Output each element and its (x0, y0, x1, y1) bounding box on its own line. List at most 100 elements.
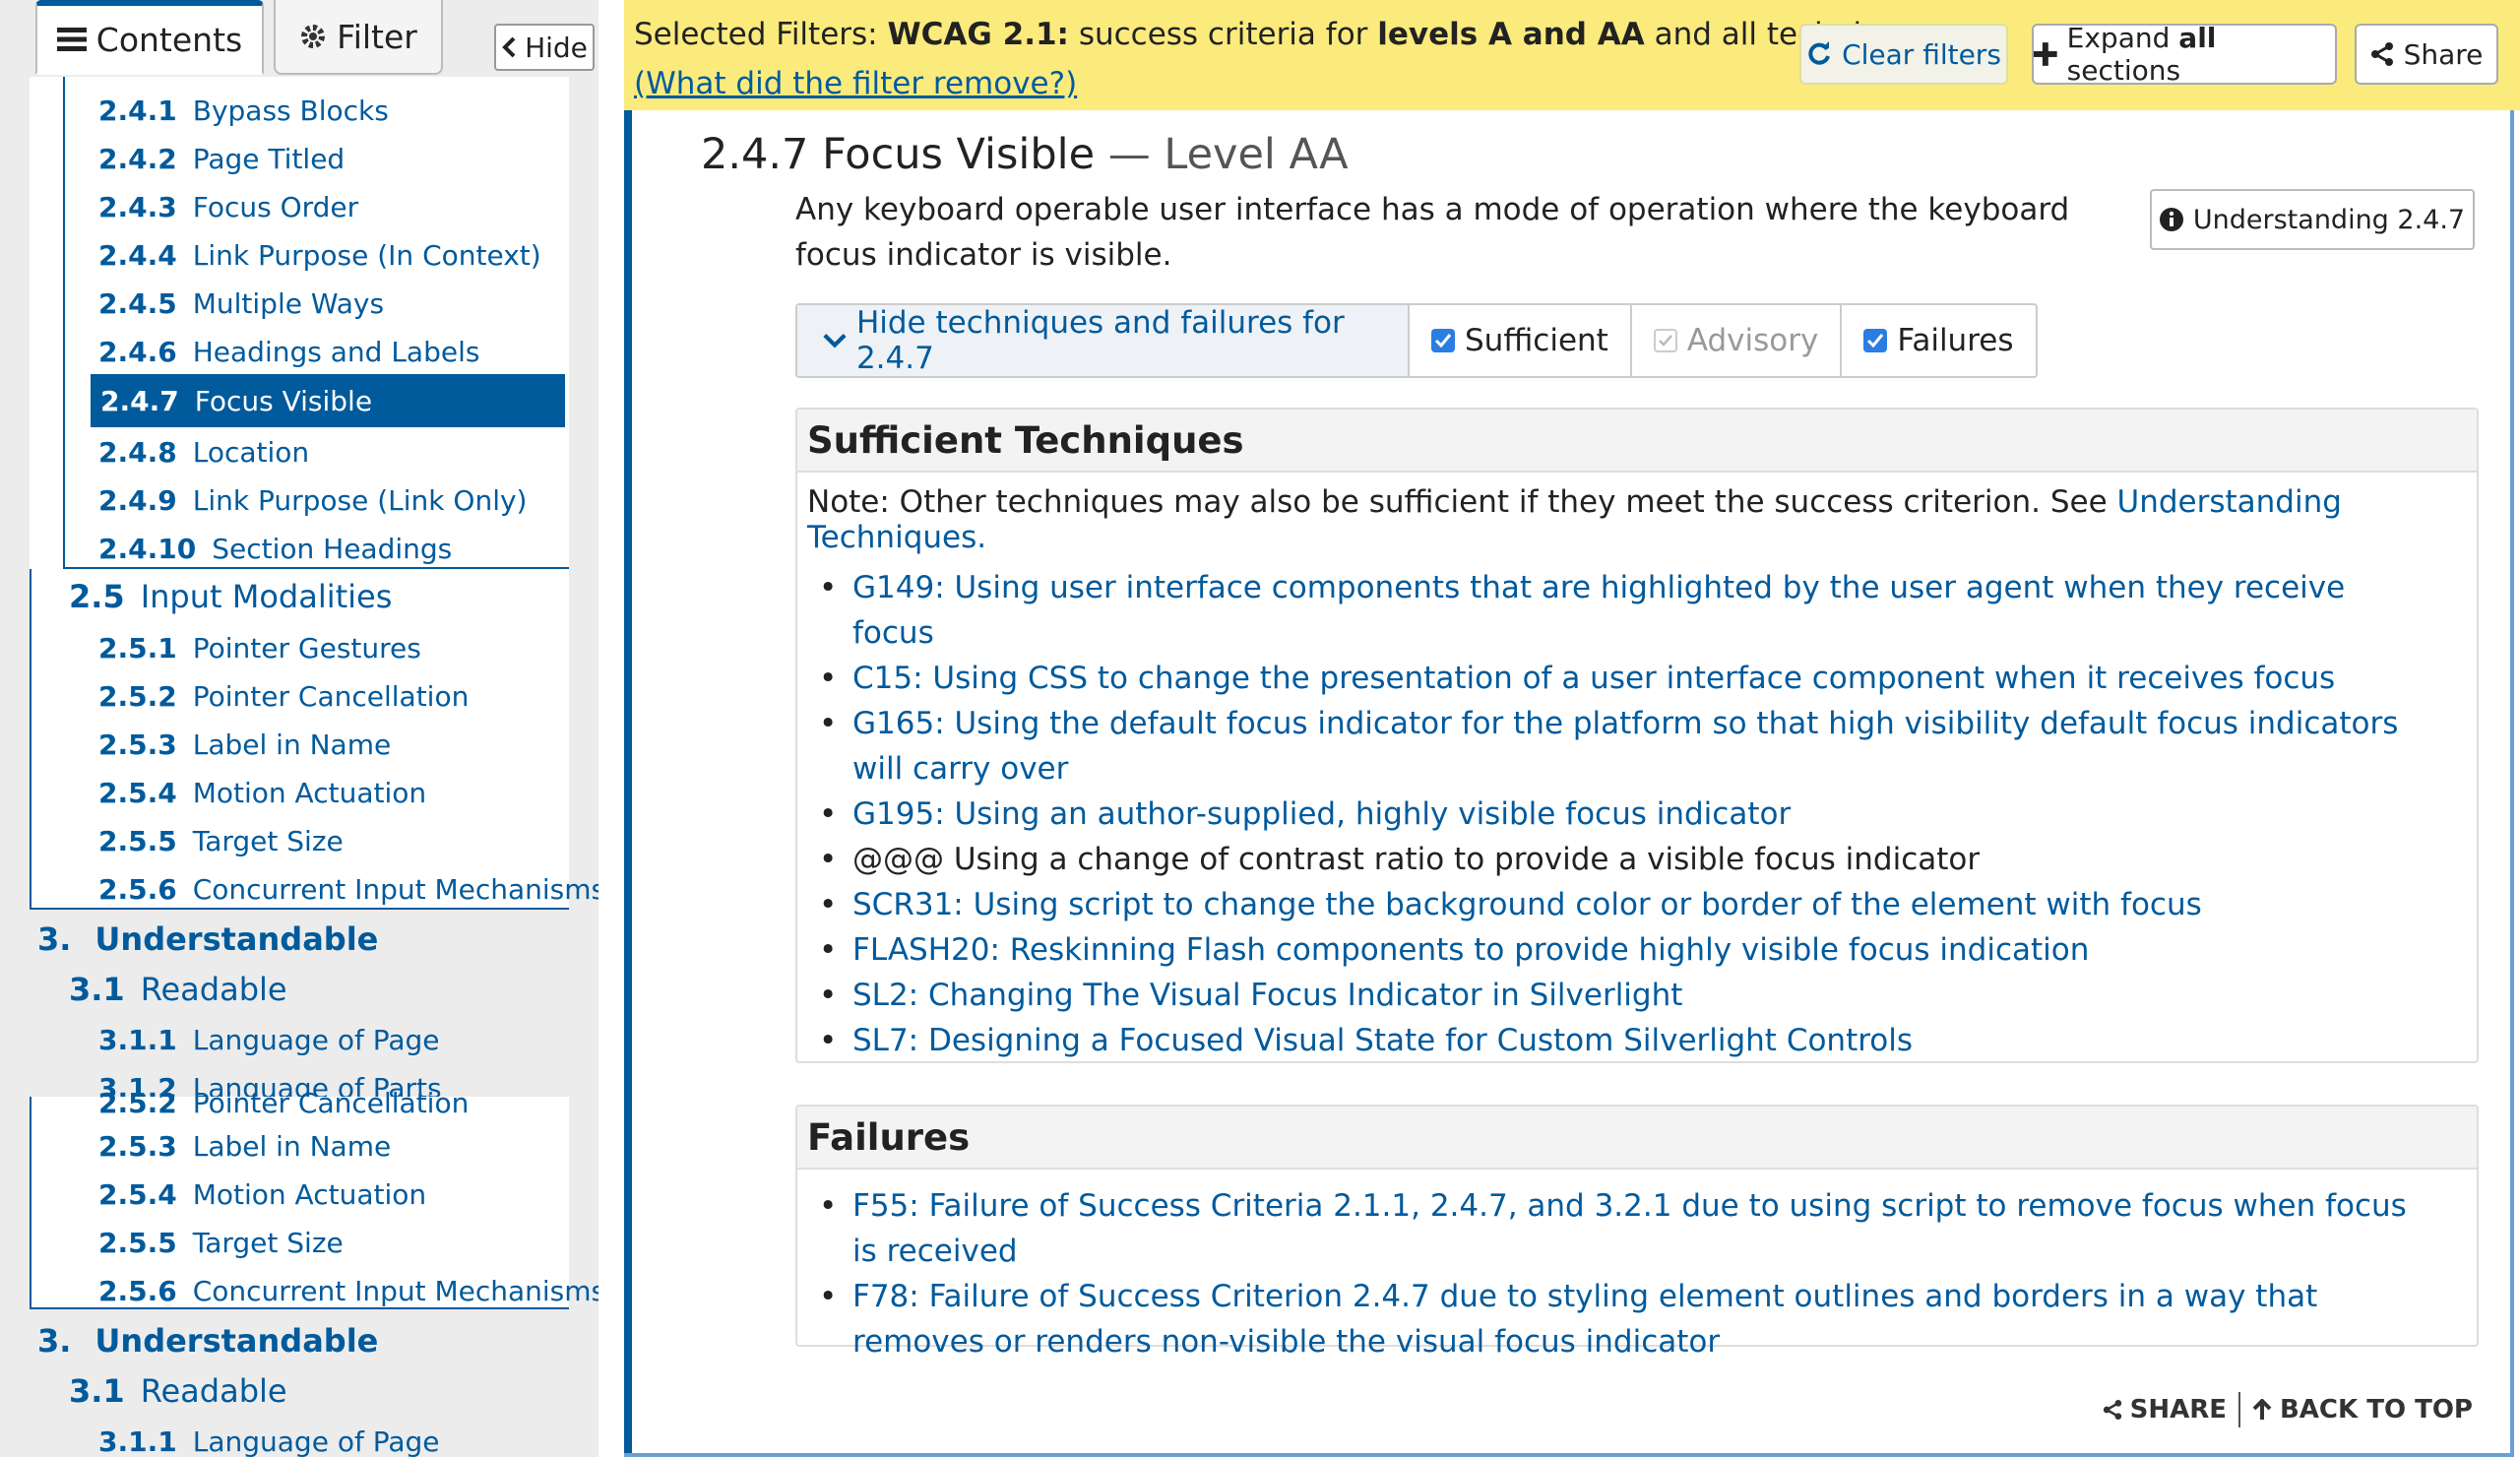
toc-item[interactable]: 3. Understandable (37, 918, 378, 961)
toc-item[interactable]: 2.5.4 Motion Actuation (98, 1172, 426, 1216)
sufficient-techniques-section: Sufficient Techniques Note: Other techni… (795, 408, 2479, 1063)
note-text: Note: Other techniques may also be suffi… (807, 484, 2117, 520)
section-footer: SHARE BACK TO TOP (2103, 1392, 2473, 1427)
toc-item[interactable]: 2.4.8 Location (98, 430, 309, 474)
checkbox-checked-icon[interactable] (1431, 329, 1455, 352)
toc-item-current[interactable]: 2.4.7 Focus Visible (91, 374, 565, 427)
filter-summary: Selected Filters: WCAG 2.1: success crit… (634, 10, 1944, 108)
toc-item[interactable]: 2.5.6 Concurrent Input Mechanisms (98, 867, 598, 911)
plus-icon (2034, 42, 2057, 66)
toc-item-label: Link Purpose (In Context) (192, 238, 541, 272)
filter-removed-link[interactable]: (What did the filter remove?) (634, 66, 1077, 101)
toc-item[interactable]: 2.5.6 Concurrent Input Mechanisms (98, 1269, 598, 1312)
tab-filter-label: Filter (337, 17, 417, 56)
toc-item-label: Motion Actuation (192, 776, 427, 809)
toc-item[interactable]: 2.5.5 Target Size (98, 1221, 344, 1264)
toc-item[interactable]: 3. Understandable (37, 1319, 378, 1362)
technique-link[interactable]: G149: Using user interface components th… (819, 565, 2427, 656)
technique-link[interactable]: SL2: Changing The Visual Focus Indicator… (819, 973, 2427, 1018)
technique-toolbar: Hide techniques and failures for 2.4.7 S… (795, 303, 2038, 378)
toc-item[interactable]: 2.5.4 Motion Actuation (98, 771, 426, 814)
clear-filters-button[interactable]: Clear filters (1799, 24, 2008, 85)
toc-item-label: Understandable (94, 1322, 379, 1360)
sufficient-label: Sufficient (1465, 323, 1608, 358)
technique-link[interactable]: C15: Using CSS to change the presentatio… (819, 656, 2427, 701)
toc-item[interactable]: 2.5.2 Pointer Cancellation (98, 674, 469, 718)
toc-item-label: Link Purpose (Link Only) (192, 483, 528, 517)
sufficient-toggle[interactable]: Sufficient (1410, 305, 1632, 376)
sidebar: Contents Filter Hide 2.4.1 Bypass Blocks 2… (0, 0, 598, 1457)
criterion-title: 2.4.7 Focus Visible — Level AA (701, 130, 1349, 179)
share-link[interactable]: SHARE (2103, 1395, 2227, 1425)
toc-item[interactable]: 2.4.4 Link Purpose (In Context) (98, 233, 541, 277)
toc-item[interactable]: 2.5.3 Label in Name (98, 723, 391, 766)
toc-item-label: Multiple Ways (192, 286, 385, 320)
toc-item[interactable]: 2.5 Input Modalities (69, 575, 392, 618)
toc-item[interactable]: 2.4.9 Link Purpose (Link Only) (98, 478, 527, 522)
checkbox-checked-icon[interactable] (1863, 329, 1888, 352)
advisory-toggle[interactable]: Advisory (1632, 305, 1843, 376)
toc-item-number: 2.5 (69, 578, 125, 615)
failures-toggle[interactable]: Failures (1842, 305, 2035, 376)
technique-link[interactable]: G195: Using an author-supplied, highly v… (819, 792, 2427, 837)
criterion-title-text: 2.4.7 Focus Visible (701, 130, 1096, 179)
toc-item[interactable]: 3.1.1 Language of Page (98, 1420, 440, 1457)
list-icon (56, 28, 87, 51)
toc-item-label: Target Size (192, 1226, 344, 1259)
expand-post: sections (2066, 54, 2181, 87)
expand-bold: all (2178, 22, 2217, 54)
sufficient-heading: Sufficient Techniques (797, 410, 2477, 473)
toc-item[interactable]: 2.4.1 Bypass Blocks (98, 89, 389, 132)
toc-item-label: Concurrent Input Mechanisms (192, 872, 598, 906)
toc-item[interactable]: 2.4.10 Section Headings (98, 527, 452, 570)
tab-contents[interactable]: Contents (35, 0, 264, 75)
failures-heading: Failures (797, 1107, 2477, 1170)
technique-item: @@@ Using a change of contrast ratio to … (819, 837, 2427, 882)
toc-item-label: Pointer Cancellation (192, 679, 470, 713)
technique-link[interactable]: G165: Using the default focus indicator … (819, 701, 2427, 792)
technique-link[interactable]: F78: Failure of Success Criterion 2.4.7 … (819, 1274, 2427, 1364)
toc-item[interactable]: 2.5.5 Target Size (98, 819, 344, 862)
expand-all-button[interactable]: Expand all sections (2032, 22, 2337, 87)
failures-toggle-label: Failures (1897, 323, 2014, 358)
technique-link[interactable]: FLASH20: Reskinning Flash components to … (819, 927, 2427, 973)
tab-filter[interactable]: Filter (274, 0, 443, 75)
filter-middle: success criteria for (1068, 17, 1378, 52)
toc-item[interactable]: 2.5.2 Pointer Cancellation (98, 1081, 469, 1124)
hide-sidebar-button[interactable]: Hide (494, 24, 595, 71)
understanding-button[interactable]: Understanding 2.4.7 (2150, 189, 2475, 250)
back-to-top-link[interactable]: BACK TO TOP (2252, 1395, 2473, 1425)
toc-item-label: Location (192, 435, 310, 469)
toc-item[interactable]: 3.1 Readable (69, 1369, 287, 1413)
checkbox-disabled-icon[interactable] (1653, 329, 1677, 352)
toc-item-number: 2.5.3 (98, 1129, 177, 1163)
toc-item[interactable]: 3.1.1 Language of Page (98, 1018, 440, 1061)
toc-item-number: 2.4.3 (98, 190, 177, 223)
technique-link[interactable]: F55: Failure of Success Criteria 2.1.1, … (819, 1183, 2427, 1274)
hide-techniques-button[interactable]: Hide techniques and failures for 2.4.7 (797, 305, 1410, 376)
toc-item-label: Bypass Blocks (192, 94, 389, 127)
toc-item-number: 2.4.1 (98, 94, 177, 127)
toc-item[interactable]: 2.4.6 Headings and Labels (98, 330, 479, 373)
toc-item[interactable]: 2.5.1 Pointer Gestures (98, 626, 421, 669)
toc-item-number: 2.5.4 (98, 1177, 177, 1211)
hide-label: Hide (525, 31, 588, 64)
toc-item-number: 2.5.4 (98, 776, 177, 809)
toc-item-number: 2.4.4 (98, 238, 177, 272)
toc-item-number: 3. (37, 1322, 72, 1360)
toc-item[interactable]: 2.4.5 Multiple Ways (98, 282, 384, 325)
expand-pre: Expand (2066, 22, 2179, 54)
share-link-label: SHARE (2129, 1395, 2227, 1425)
toc-item-label: Section Headings (212, 532, 453, 565)
share-button[interactable]: Share (2355, 24, 2498, 85)
toc-item[interactable]: 2.4.3 Focus Order (98, 185, 358, 228)
toc-item-label: Page Titled (192, 142, 346, 175)
toc-item-number: 2.4.10 (98, 532, 197, 565)
toc-item[interactable]: 3.1 Readable (69, 968, 287, 1011)
toc-item[interactable]: 2.5.3 Label in Name (98, 1124, 391, 1168)
toc-item[interactable]: 2.4.2 Page Titled (98, 137, 345, 180)
refresh-icon (1808, 41, 1830, 65)
toc-border (30, 1097, 32, 1309)
technique-link[interactable]: SCR31: Using script to change the backgr… (819, 882, 2427, 927)
technique-link[interactable]: SL7: Designing a Focused Visual State fo… (819, 1018, 2427, 1063)
